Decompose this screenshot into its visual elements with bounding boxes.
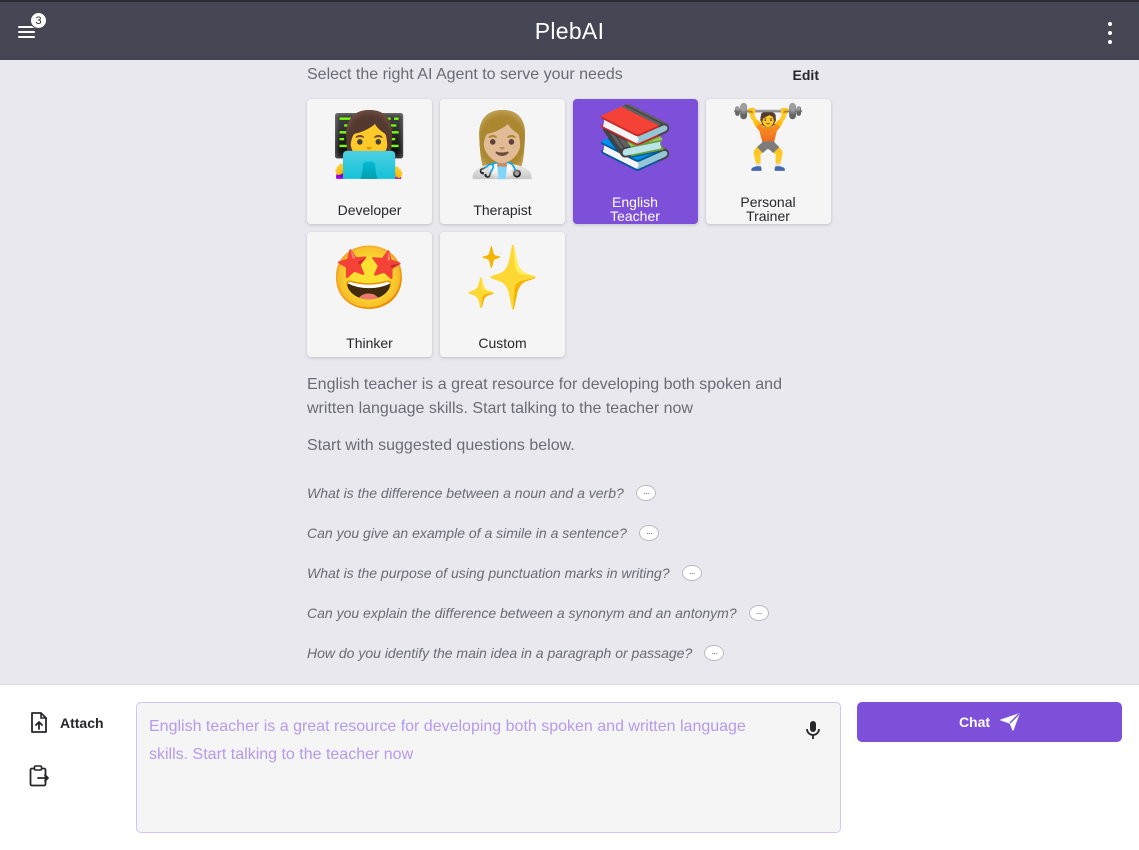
agent-header-row: Select the right AI Agent to serve your … <box>307 65 833 85</box>
microphone-icon[interactable] <box>805 720 821 745</box>
paste-clipboard-icon[interactable] <box>29 765 49 792</box>
agent-card-thinker[interactable]: 🤩 Thinker <box>307 232 432 357</box>
composer-bar: Attach English teacher is a great resour… <box>0 684 1139 850</box>
select-agent-text: Select the right AI Agent to serve your … <box>307 66 623 83</box>
top-app-bar: 3 PlebAI <box>0 0 1139 60</box>
attach-button[interactable]: Attach <box>30 712 104 734</box>
agent-label: English Teacher <box>610 194 660 224</box>
question-text: Can you give an example of a simile in a… <box>307 525 627 541</box>
agent-card-custom[interactable]: ✨ Custom <box>440 232 565 357</box>
sparkles-icon: ✨ <box>463 244 542 313</box>
agent-card-therapist[interactable]: 👩🏼‍⚕️ Therapist <box>440 99 565 224</box>
speech-bubble-icon: ··· <box>704 645 725 661</box>
edit-button[interactable]: Edit <box>793 67 819 83</box>
chat-send-button[interactable]: Chat <box>857 702 1122 742</box>
agent-label: Developer <box>337 202 402 218</box>
agent-label: Personal Trainer <box>740 194 796 224</box>
suggested-question[interactable]: What is the purpose of using punctuation… <box>307 553 833 593</box>
agent-label: Therapist <box>473 202 532 218</box>
suggested-question[interactable]: Can you give an example of a simile in a… <box>307 513 833 553</box>
suggested-question[interactable]: What is the difference between a noun an… <box>307 473 833 513</box>
question-text: How do you identify the main idea in a p… <box>307 645 693 661</box>
star-struck-icon: 🤩 <box>330 244 409 313</box>
attach-label: Attach <box>60 715 104 731</box>
file-upload-icon <box>31 712 47 733</box>
chat-label: Chat <box>958 714 991 730</box>
speech-bubble-icon: ··· <box>681 565 702 581</box>
suggested-questions-heading: Start with suggested questions below. <box>307 437 575 454</box>
notification-badge: 3 <box>30 12 47 29</box>
question-text: What is the purpose of using punctuation… <box>307 565 670 581</box>
message-input[interactable]: English teacher is a great resource for … <box>136 702 841 833</box>
agent-label: Custom <box>478 335 527 351</box>
books-icon: 📚 <box>596 103 675 172</box>
agent-card-developer[interactable]: 👩‍💻 Developer <box>307 99 432 224</box>
app-title: PlebAI <box>534 17 605 44</box>
agent-description: English teacher is a great resource for … <box>307 376 782 417</box>
speech-bubble-icon: ··· <box>635 485 656 501</box>
developer-icon: 👩‍💻 <box>330 111 409 180</box>
suggested-question[interactable]: Can you explain the difference between a… <box>307 593 833 633</box>
agent-selection-panel: Select the right AI Agent to serve your … <box>307 60 833 673</box>
question-text: What is the difference between a noun an… <box>307 485 624 501</box>
suggested-questions-list: What is the difference between a noun an… <box>307 473 833 673</box>
agent-card-personal-trainer[interactable]: 🏋️ Personal Trainer <box>706 99 831 224</box>
agent-label: Thinker <box>346 335 393 351</box>
therapist-icon: 👩🏼‍⚕️ <box>463 111 542 180</box>
speech-bubble-icon: ··· <box>748 605 769 621</box>
speech-bubble-icon: ··· <box>638 525 659 541</box>
suggested-question[interactable]: How do you identify the main idea in a p… <box>307 633 833 673</box>
weightlifter-icon: 🏋️ <box>729 103 808 172</box>
vertical-dots-icon[interactable] <box>1103 22 1117 44</box>
agent-grid: 👩‍💻 Developer 👩🏼‍⚕️ Therapist 📚 English … <box>307 99 833 357</box>
send-icon <box>1000 713 1020 731</box>
agent-card-english-teacher[interactable]: 📚 English Teacher <box>573 99 698 224</box>
question-text: Can you explain the difference between a… <box>307 605 737 621</box>
